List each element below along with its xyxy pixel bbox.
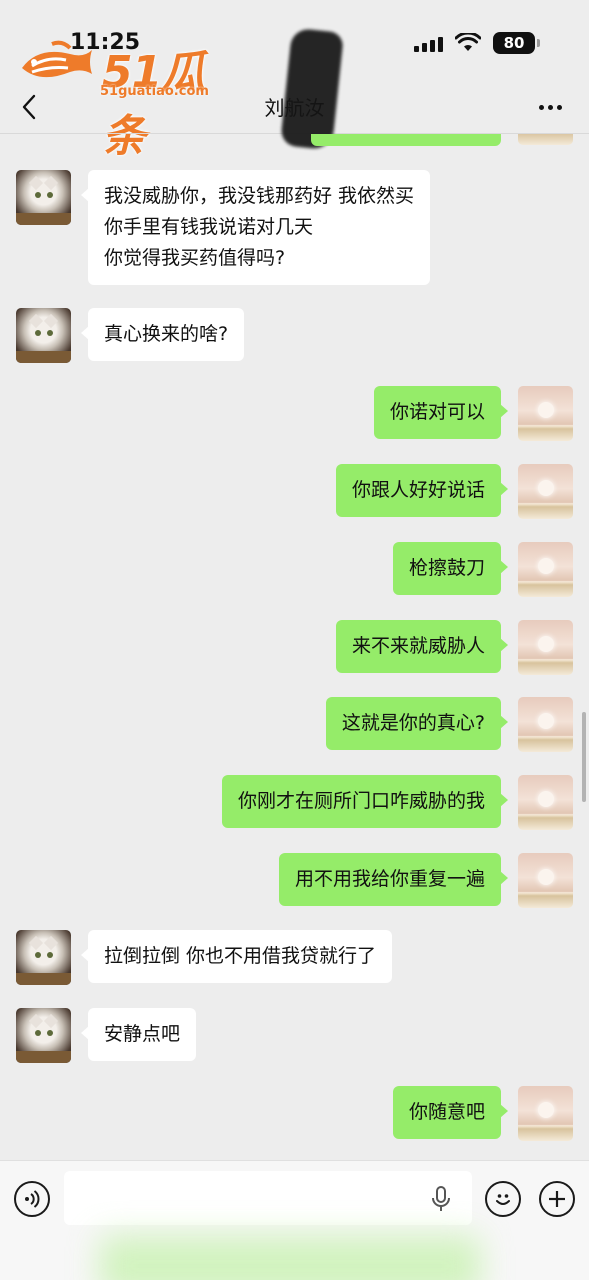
wifi-icon <box>455 33 481 51</box>
message-bubble-outgoing[interactable]: 枪擦鼓刀 <box>392 542 509 595</box>
message-bubble-outgoing[interactable]: 你随意吧 <box>392 1086 509 1139</box>
voice-input-button[interactable] <box>14 1181 50 1217</box>
message-bubble-outgoing[interactable]: 这就是你的真心? <box>325 697 509 750</box>
emoji-icon <box>496 1194 510 1205</box>
contact-avatar[interactable] <box>16 1008 71 1063</box>
emoji-button[interactable] <box>485 1181 521 1217</box>
my-avatar[interactable] <box>518 775 573 830</box>
contact-avatar[interactable] <box>16 930 71 985</box>
message-bubble-partial[interactable] <box>311 134 501 146</box>
message-row-partial <box>0 134 589 148</box>
mic-icon[interactable] <box>430 1185 452 1213</box>
message-bubble-incoming[interactable]: 我没威胁你，我没钱那药好 我依然买 你手里有钱我说诺对几天 你觉得我买药值得吗? <box>80 170 431 285</box>
message-bubble-incoming[interactable]: 真心换来的啥? <box>80 308 245 361</box>
my-avatar[interactable] <box>518 542 573 597</box>
my-avatar[interactable] <box>518 697 573 752</box>
message-bubble-incoming[interactable]: 安静点吧 <box>80 1008 197 1061</box>
message-bubble-incoming[interactable]: 拉倒拉倒 你也不用借我贷就行了 <box>80 930 393 983</box>
more-dots-icon <box>538 104 544 110</box>
message-bubble-outgoing[interactable]: 你跟人好好说话 <box>335 464 509 517</box>
more-options-button[interactable] <box>535 94 565 120</box>
plus-icon <box>549 1191 565 1207</box>
message-bubble-outgoing[interactable]: 你刚才在厕所门口咋威胁的我 <box>221 775 509 828</box>
my-avatar[interactable] <box>518 386 573 441</box>
my-avatar[interactable] <box>518 464 573 519</box>
my-avatar[interactable] <box>518 620 573 675</box>
battery-indicator: 80 <box>493 32 540 54</box>
status-indicators: 80 <box>414 32 540 54</box>
contact-avatar[interactable] <box>16 308 71 363</box>
my-avatar[interactable] <box>518 1086 573 1141</box>
message-bubble-outgoing[interactable]: 你诺对可以 <box>373 386 509 439</box>
background-glow <box>100 1236 480 1280</box>
message-bubble-outgoing[interactable]: 来不来就威胁人 <box>335 620 509 673</box>
more-functions-button[interactable] <box>539 1181 575 1217</box>
my-avatar[interactable] <box>518 853 573 908</box>
voice-icon <box>25 1190 40 1208</box>
message-text-field[interactable] <box>64 1171 472 1225</box>
my-avatar[interactable] <box>518 134 573 145</box>
cellular-signal-icon <box>414 34 443 52</box>
contact-avatar[interactable] <box>16 170 71 225</box>
message-bubble-outgoing[interactable]: 用不用我给你重复一遍 <box>278 853 509 906</box>
chat-scrollbar[interactable] <box>582 712 586 802</box>
chat-message-list[interactable]: 我没威胁你，我没钱那药好 我依然买 你手里有钱我说诺对几天 你觉得我买药值得吗?… <box>0 134 589 1160</box>
